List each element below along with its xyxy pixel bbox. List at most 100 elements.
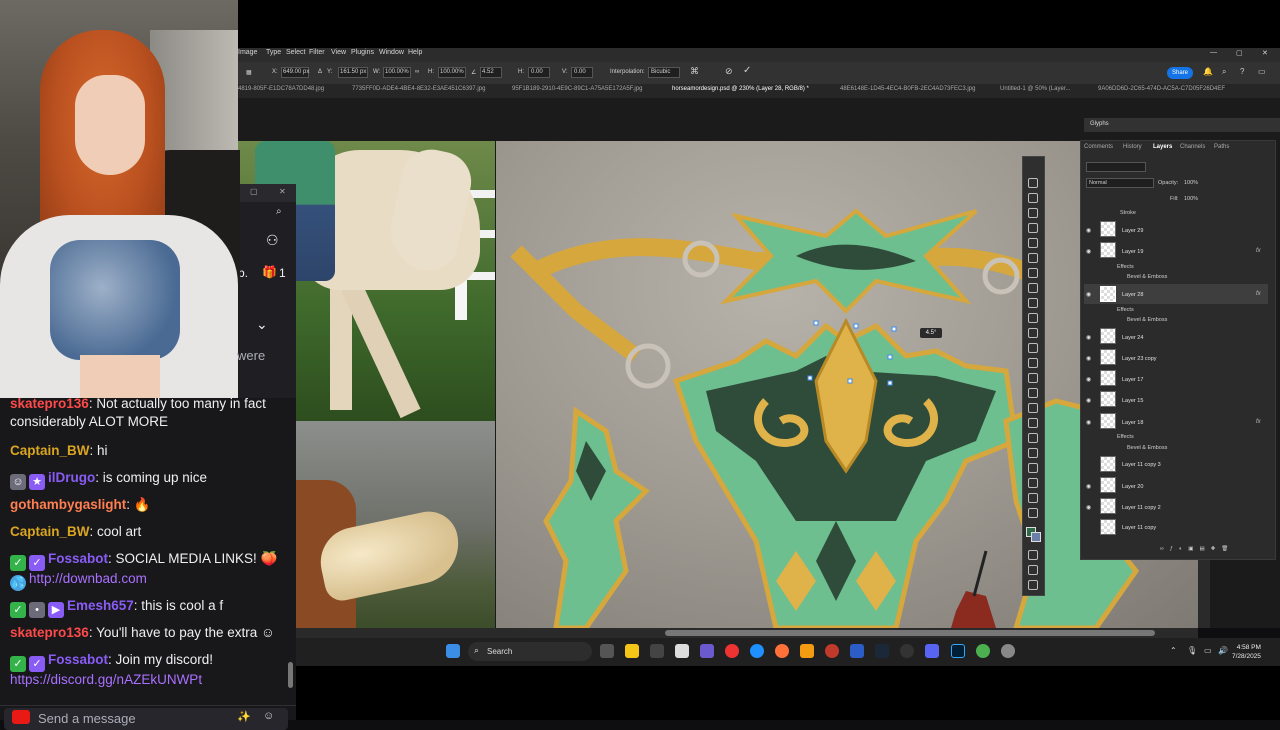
screen-mode-icon[interactable] <box>1028 565 1038 575</box>
type-tool-icon[interactable] <box>1028 433 1038 443</box>
share-button[interactable]: Share <box>1167 67 1193 79</box>
layer-name[interactable]: Layer 17 <box>1122 377 1143 383</box>
chevron-down-icon[interactable]: ⌄ <box>256 316 268 333</box>
tab-comments[interactable]: Comments <box>1084 144 1113 150</box>
close-icon[interactable]: ✕ <box>1262 49 1268 57</box>
taskbar-clock[interactable]: 4:58 PM 7/28/2025 <box>1232 643 1261 661</box>
chat-username[interactable]: Captain_BW <box>10 524 90 539</box>
app-icon[interactable] <box>850 644 864 658</box>
chat-username[interactable]: skatepro136 <box>10 625 89 640</box>
eyedropper-icon[interactable] <box>1028 268 1038 278</box>
history-brush-icon[interactable] <box>1028 328 1038 338</box>
background-color-swatch[interactable] <box>1031 532 1041 542</box>
crop-tool-icon[interactable] <box>1028 238 1038 248</box>
settings-icon[interactable] <box>1001 644 1015 658</box>
transform-reference-icon[interactable]: ▦ <box>246 69 252 76</box>
tab-history[interactable]: History <box>1123 144 1142 150</box>
volume-icon[interactable]: 🔊 <box>1218 646 1228 655</box>
tray-chevron-icon[interactable]: ⌃ <box>1170 646 1177 655</box>
brush-tool-icon[interactable] <box>1028 298 1038 308</box>
workspace-icon[interactable]: ▭ <box>1258 67 1266 76</box>
pen-tool-icon[interactable] <box>1028 418 1038 428</box>
app-icon[interactable] <box>650 644 664 658</box>
warp-icon[interactable]: ⌘ <box>690 66 699 77</box>
hand-tool-icon[interactable] <box>1028 478 1038 488</box>
visibility-eye-icon[interactable]: ◉ <box>1086 397 1091 404</box>
layer-name[interactable]: Layer 20 <box>1122 484 1143 490</box>
visibility-eye-icon[interactable]: ◉ <box>1086 504 1091 511</box>
discord-icon[interactable] <box>925 644 939 658</box>
popout-icon[interactable]: ▢ <box>250 187 258 196</box>
layer-name[interactable]: Layer 29 <box>1122 228 1143 234</box>
chat-username[interactable]: Captain_BW <box>10 443 90 458</box>
tab-doc-active[interactable]: horseamordesign.psd @ 230% (Layer 28, RG… <box>672 86 809 92</box>
steam-icon[interactable] <box>875 644 889 658</box>
fx-icon[interactable]: fx <box>1256 248 1261 254</box>
magic-wand-icon[interactable] <box>1028 223 1038 233</box>
cancel-transform-icon[interactable]: ⊘ <box>725 66 733 77</box>
layer-name[interactable]: Layer 19 <box>1122 249 1143 255</box>
obs-icon[interactable] <box>900 644 914 658</box>
tab-paths[interactable]: Paths <box>1214 144 1229 150</box>
start-icon[interactable] <box>446 644 460 658</box>
blur-tool-icon[interactable] <box>1028 373 1038 383</box>
menu-view[interactable]: View <box>331 49 346 56</box>
eraser-tool-icon[interactable] <box>1028 343 1038 353</box>
edit-toolbar-icon[interactable] <box>1028 580 1038 590</box>
commit-transform-icon[interactable]: ✓ <box>743 65 751 76</box>
tab-doc-2[interactable]: 7735FF0D-ADE4-4BE4-8E32-E3AE451C6397.jpg <box>352 86 485 92</box>
tab-layers[interactable]: Layers <box>1153 144 1172 150</box>
community-icon[interactable]: ⚇ <box>266 232 279 249</box>
menu-image[interactable]: Image <box>238 49 257 56</box>
shape-tool-icon[interactable] <box>1028 463 1038 473</box>
menu-select[interactable]: Select <box>286 49 305 56</box>
move-tool-icon[interactable] <box>1028 178 1038 188</box>
microphone-icon[interactable]: 🎙 <box>1187 646 1197 655</box>
opera-icon[interactable] <box>825 644 839 658</box>
emote-picker-icon[interactable]: ☺ <box>263 710 274 722</box>
lasso-tool-icon[interactable] <box>1028 208 1038 218</box>
layer-name[interactable]: Layer 11 copy <box>1122 525 1156 531</box>
chat-link[interactable]: http://downbad.com <box>29 571 147 586</box>
chrome-icon[interactable] <box>725 644 739 658</box>
visibility-eye-icon[interactable]: ◉ <box>1086 227 1091 234</box>
firefox-icon[interactable] <box>775 644 789 658</box>
visibility-eye-icon[interactable]: ◉ <box>1086 248 1091 255</box>
tab-doc-5[interactable]: 48E6148E-1D45-4EC4-B0FB-2EC4AD73FEC3.jpg <box>840 86 975 92</box>
layer-filter-search[interactable] <box>1086 162 1146 172</box>
pen-tool-icon[interactable] <box>1028 403 1038 413</box>
maximize-icon[interactable]: ▢ <box>1236 49 1243 57</box>
zoom-tool-icon[interactable] <box>1028 493 1038 503</box>
layer-name[interactable]: Layer 23 copy <box>1122 356 1157 362</box>
chat-username[interactable]: Emesh657 <box>67 598 134 613</box>
marquee-tool-icon[interactable] <box>1028 193 1038 203</box>
gradient-tool-icon[interactable] <box>1028 358 1038 368</box>
menu-plugins[interactable]: Plugins <box>351 49 374 56</box>
menu-filter[interactable]: Filter <box>309 49 325 56</box>
sparkle-icon[interactable]: ✨ <box>237 710 251 723</box>
chat-username[interactable]: ilDrugo <box>48 470 95 485</box>
menu-help[interactable]: Help <box>408 49 422 56</box>
notifications-icon[interactable]: 🔔 <box>1203 67 1213 76</box>
tab-doc-7[interactable]: 9A06DD6D-2C65-474D-AC5A-C7D05F26D4EF <box>1098 86 1225 92</box>
layer-actions-icons[interactable]: ∞ƒ◐▣▤✚🗑 <box>1160 546 1234 552</box>
discover-icon[interactable]: ⌕ <box>1222 67 1226 77</box>
menu-type[interactable]: Type <box>266 49 281 56</box>
visibility-eye-icon[interactable]: ◉ <box>1086 291 1091 298</box>
layer-name[interactable]: Layer 18 <box>1122 420 1143 426</box>
chat-username[interactable]: Fossabot <box>48 652 108 667</box>
layer-name[interactable]: Layer 24 <box>1122 335 1143 341</box>
help-icon[interactable]: ? <box>1240 67 1244 76</box>
tab-channels[interactable]: Channels <box>1180 144 1205 150</box>
menu-window[interactable]: Window <box>379 49 404 56</box>
layer-name[interactable]: Layer 11 copy 2 <box>1122 505 1161 511</box>
layer-name[interactable]: Layer 11 copy 3 <box>1122 462 1161 468</box>
chat-username[interactable]: gothambygaslight <box>10 497 126 512</box>
frame-tool-icon[interactable] <box>1028 253 1038 263</box>
fx-icon[interactable]: fx <box>1256 291 1261 297</box>
horizontal-scroll-thumb[interactable] <box>665 630 1155 636</box>
network-icon[interactable]: ▭ <box>1204 646 1212 655</box>
app-icon[interactable] <box>700 644 714 658</box>
tab-doc-6[interactable]: Untitled-1 @ 50% (Layer... <box>1000 86 1070 92</box>
tab-doc-3[interactable]: 95F1B189-2910-4E9C-89C1-A75A5E172A5F.jpg <box>512 86 642 92</box>
